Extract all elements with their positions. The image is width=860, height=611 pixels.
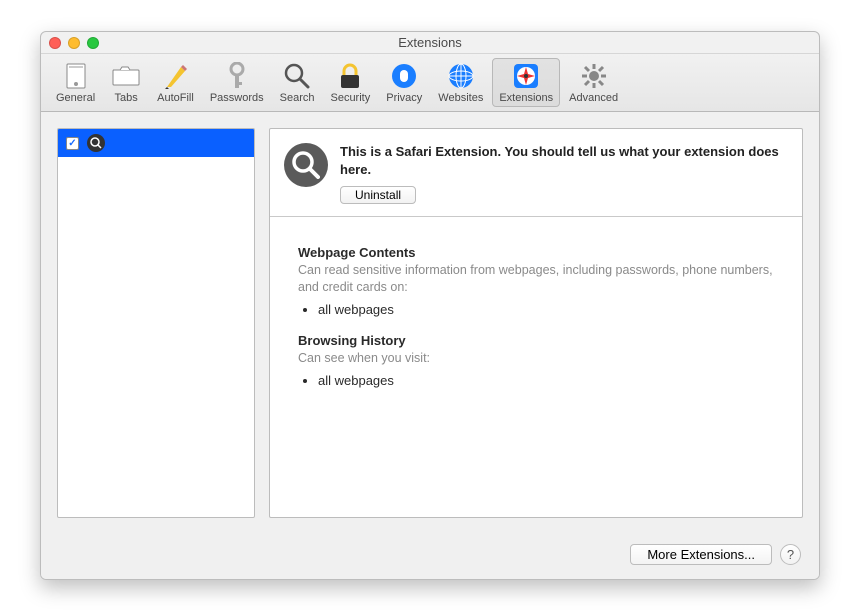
tab-websites[interactable]: Websites xyxy=(431,58,490,107)
tab-label: Extensions xyxy=(499,92,553,104)
tab-label: AutoFill xyxy=(157,92,194,104)
more-extensions-button[interactable]: More Extensions... xyxy=(630,544,772,565)
window-title: Extensions xyxy=(41,35,819,50)
help-button[interactable]: ? xyxy=(780,544,801,565)
security-icon xyxy=(335,61,365,91)
tab-extensions[interactable]: Extensions xyxy=(492,58,560,107)
extension-description: This is a Safari Extension. You should t… xyxy=(340,143,788,178)
webpage-contents-title: Webpage Contents xyxy=(298,245,782,260)
tab-label: Tabs xyxy=(115,92,138,104)
detail-info: This is a Safari Extension. You should t… xyxy=(340,143,788,204)
general-icon xyxy=(61,61,91,91)
tab-advanced[interactable]: Advanced xyxy=(562,58,625,107)
tab-label: Advanced xyxy=(569,92,618,104)
browsing-history-list: all webpages xyxy=(318,373,782,388)
browsing-history-title: Browsing History xyxy=(298,333,782,348)
footer: More Extensions... ? xyxy=(41,534,819,579)
extensions-icon xyxy=(511,61,541,91)
permissions-section: Webpage Contents Can read sensitive info… xyxy=(270,217,802,416)
privacy-icon xyxy=(389,61,419,91)
tab-label: Security xyxy=(330,92,370,104)
tab-passwords[interactable]: Passwords xyxy=(203,58,271,107)
toolbar: General Tabs AutoFill Passwords Search xyxy=(41,54,819,112)
tab-label: Privacy xyxy=(386,92,422,104)
tab-tabs[interactable]: Tabs xyxy=(104,58,148,107)
extension-list-item[interactable]: ✓ xyxy=(58,129,254,157)
extension-checkbox[interactable]: ✓ xyxy=(66,137,79,150)
webpage-contents-subtitle: Can read sensitive information from webp… xyxy=(298,262,782,296)
passwords-icon xyxy=(222,61,252,91)
search-icon xyxy=(282,61,312,91)
extension-icon-large xyxy=(284,143,328,187)
titlebar: Extensions xyxy=(41,32,819,54)
tab-search[interactable]: Search xyxy=(273,58,322,107)
tab-privacy[interactable]: Privacy xyxy=(379,58,429,107)
tab-label: Passwords xyxy=(210,92,264,104)
tab-general[interactable]: General xyxy=(49,58,102,107)
permission-item: all webpages xyxy=(318,302,782,317)
content-area: ✓ This is a Safari Extension. You should… xyxy=(41,112,819,534)
webpage-contents-list: all webpages xyxy=(318,302,782,317)
preferences-window: Extensions General Tabs AutoFill Passwor… xyxy=(40,31,820,580)
autofill-icon xyxy=(160,61,190,91)
extension-icon-small xyxy=(87,134,105,152)
extension-detail: This is a Safari Extension. You should t… xyxy=(269,128,803,518)
browsing-history-subtitle: Can see when you visit: xyxy=(298,350,782,367)
tab-label: Websites xyxy=(438,92,483,104)
websites-icon xyxy=(446,61,476,91)
uninstall-button[interactable]: Uninstall xyxy=(340,186,416,204)
tab-label: Search xyxy=(280,92,315,104)
tab-label: General xyxy=(56,92,95,104)
permission-item: all webpages xyxy=(318,373,782,388)
advanced-icon xyxy=(579,61,609,91)
extensions-sidebar: ✓ xyxy=(57,128,255,518)
tab-security[interactable]: Security xyxy=(323,58,377,107)
tab-autofill[interactable]: AutoFill xyxy=(150,58,201,107)
tabs-icon xyxy=(111,61,141,91)
detail-header: This is a Safari Extension. You should t… xyxy=(270,129,802,217)
